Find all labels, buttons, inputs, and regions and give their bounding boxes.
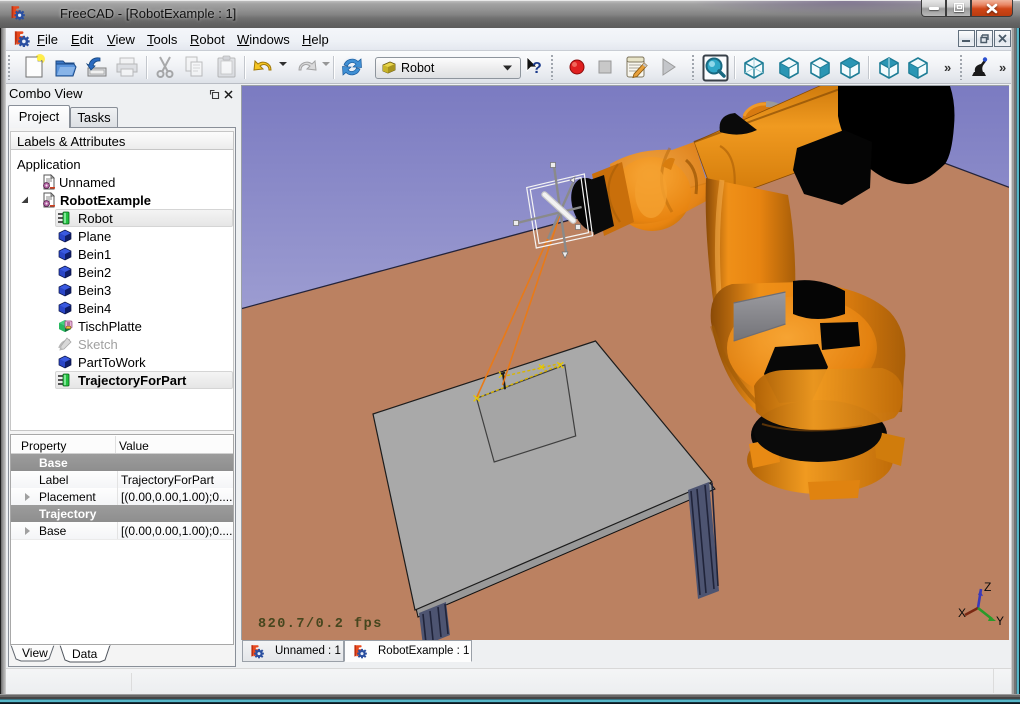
svg-text:View: View [22,646,48,660]
svg-text:Y: Y [996,614,1004,628]
svg-text:Data: Data [72,647,98,661]
svg-text:Z: Z [984,580,991,594]
svg-text:»: » [944,60,951,75]
svg-text:?: ? [532,60,542,77]
svg-text:Robot: Robot [401,61,435,75]
svg-text:X: X [958,606,966,620]
svg-text:»: » [999,60,1006,75]
svg-text:820.7/0.2 fps: 820.7/0.2 fps [258,617,383,632]
